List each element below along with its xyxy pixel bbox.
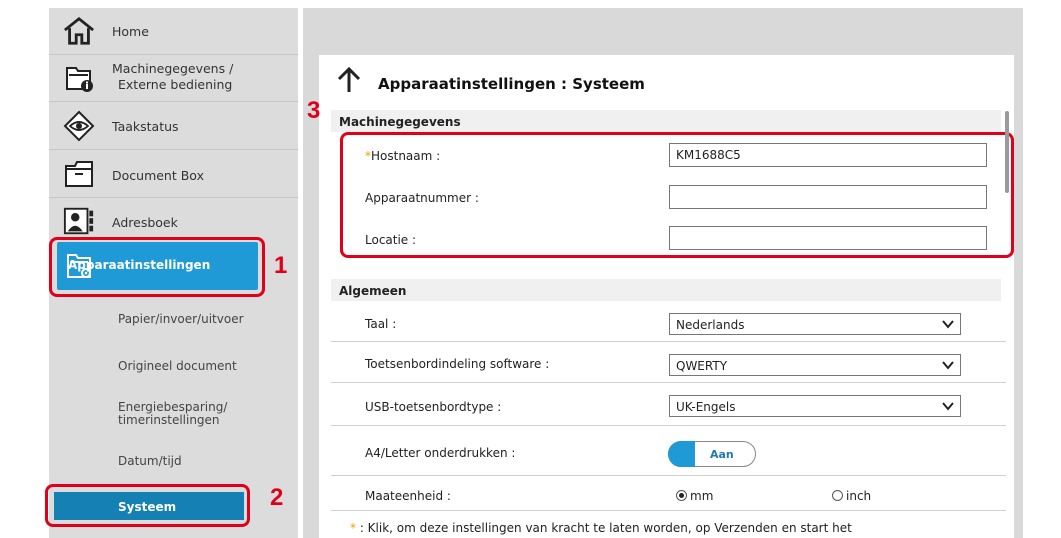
- unit-mm-radio[interactable]: [676, 490, 687, 501]
- a4-letter-toggle-label: Aan: [710, 448, 734, 461]
- highlight-box-1: [49, 237, 265, 297]
- nav-sub-original[interactable]: Origineel document: [118, 360, 237, 373]
- eye-icon: [63, 110, 95, 142]
- row-divider: [331, 341, 1006, 342]
- device-number-label: Apparaatnummer :: [365, 191, 479, 205]
- callout-1: 1: [274, 252, 288, 279]
- address-book-icon: [63, 205, 95, 237]
- language-select[interactable]: Nederlands: [669, 313, 961, 335]
- nav-machine-info[interactable]: Machinegegevens / Externe bediening: [49, 55, 298, 101]
- nav-sub-energy-2[interactable]: timerinstellingen: [118, 414, 220, 427]
- device-number-input[interactable]: [669, 185, 987, 209]
- section-header-general: Algemeen: [331, 279, 1001, 301]
- location-input[interactable]: [669, 226, 987, 250]
- chevron-down-icon: [942, 402, 954, 411]
- units-label: Maateenheid :: [365, 489, 451, 503]
- nav-document-box[interactable]: Document Box: [49, 150, 298, 197]
- toggle-fill: [681, 441, 695, 467]
- callout-3: 3: [307, 97, 321, 124]
- nav-machine-info-label-2: Externe bediening: [118, 77, 233, 92]
- location-label: Locatie :: [365, 233, 417, 247]
- hostname-label-text: Hostnaam :: [371, 149, 441, 163]
- keyboard-layout-select-value: QWERTY: [676, 359, 728, 373]
- nav-address-book-label: Adresboek: [112, 215, 178, 230]
- usb-keyboard-select[interactable]: UK-Engels: [669, 395, 961, 417]
- hostname-input[interactable]: KM1688C5: [669, 143, 987, 167]
- nav-sub-datetime[interactable]: Datum/tijd: [118, 455, 182, 468]
- keyboard-layout-select[interactable]: QWERTY: [669, 354, 961, 376]
- footnote-text: : Klik, om deze instellingen van kracht …: [359, 521, 852, 535]
- keyboard-layout-label: Toetsenbordindeling software :: [365, 357, 550, 371]
- page-title: Apparaatinstellingen : Systeem: [378, 75, 645, 93]
- row-divider: [331, 425, 1006, 426]
- row-divider: [331, 475, 1006, 476]
- language-label: Taal :: [365, 317, 397, 331]
- unit-inch-radio[interactable]: [832, 490, 843, 501]
- nav-sub-paper[interactable]: Papier/invoer/uitvoer: [118, 313, 244, 326]
- section-header-machine: Machinegegevens: [331, 110, 1001, 132]
- usb-keyboard-label: USB-toetsenbordtype :: [365, 400, 502, 414]
- language-select-value: Nederlands: [676, 318, 745, 332]
- highlight-box-2: [45, 484, 250, 527]
- scrollbar[interactable]: [1005, 111, 1009, 193]
- row-divider: [331, 382, 1006, 383]
- nav-home-label: Home: [112, 24, 149, 39]
- row-divider: [331, 510, 1006, 511]
- nav-document-box-label: Document Box: [112, 168, 204, 183]
- footnote-mark: *: [350, 521, 356, 535]
- chevron-down-icon: [942, 361, 954, 370]
- usb-keyboard-select-value: UK-Engels: [676, 400, 736, 414]
- nav-job-status[interactable]: Taakstatus: [49, 102, 298, 149]
- unit-inch-label: inch: [846, 489, 872, 503]
- nav-machine-info-label-1: Machinegegevens /: [112, 61, 234, 76]
- footnote: * : Klik, om deze instellingen van krach…: [350, 521, 852, 535]
- hostname-label: *Hostnaam :: [365, 149, 440, 163]
- nav-job-status-label: Taakstatus: [112, 119, 179, 134]
- a4-letter-toggle[interactable]: Aan: [668, 441, 756, 467]
- a4-letter-label: A4/Letter onderdrukken :: [365, 446, 516, 460]
- back-arrow-icon[interactable]: [335, 66, 363, 98]
- document-box-icon: [63, 158, 95, 190]
- nav-home[interactable]: Home: [49, 8, 298, 54]
- callout-2: 2: [270, 484, 284, 511]
- chevron-down-icon: [942, 320, 954, 329]
- unit-mm-label: mm: [690, 489, 714, 503]
- home-icon: [63, 15, 95, 47]
- machine-info-icon: [63, 62, 95, 94]
